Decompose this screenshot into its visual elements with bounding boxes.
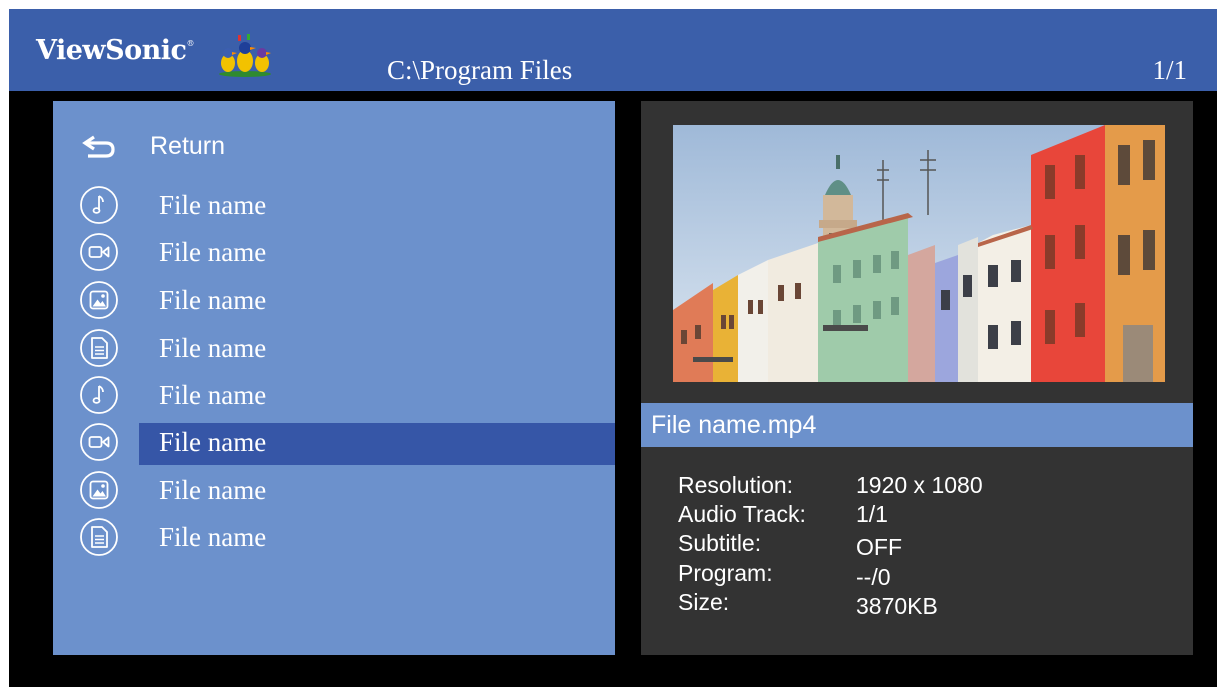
file-title-bar: File name.mp4 (641, 403, 1193, 447)
preview-thumbnail (673, 125, 1165, 382)
document-icon (80, 518, 118, 556)
image-icon (80, 471, 118, 509)
media-browser-screen: ViewSonic® C:\Program Files 1/1 Return F… (9, 9, 1217, 687)
file-list-panel: Return File name File name File name Fil… (53, 101, 615, 655)
file-name-label: File name (159, 333, 267, 363)
program-label: Program: (678, 560, 773, 586)
audio-track-label: Audio Track: (678, 501, 806, 527)
header-bar: ViewSonic® C:\Program Files 1/1 (9, 9, 1217, 91)
video-icon (80, 423, 118, 461)
program-value: --/0 (856, 564, 891, 590)
file-title: File name.mp4 (651, 411, 817, 439)
list-item[interactable]: File name (53, 468, 615, 512)
page-indicator: 1/1 (1152, 55, 1187, 85)
document-icon (80, 329, 118, 367)
resolution-value: 1920 x 1080 (856, 472, 983, 498)
resolution-label: Resolution: (678, 472, 794, 498)
return-button[interactable]: Return (53, 126, 615, 166)
brand-mark: ® (186, 39, 195, 48)
size-label: Size: (678, 589, 730, 615)
list-item[interactable]: File name (53, 183, 615, 227)
music-icon (80, 186, 118, 224)
subtitle-value: OFF (856, 534, 902, 560)
file-name-label: File name (159, 522, 267, 552)
birds-logo-icon (219, 34, 271, 77)
return-label: Return (150, 132, 226, 160)
file-name-label: File name (159, 237, 267, 267)
list-item[interactable]: File name (53, 230, 615, 274)
file-name-label: File name (159, 285, 267, 315)
brand-logo: ViewSonic® (36, 35, 194, 66)
brand-name: ViewSonic (36, 35, 187, 66)
list-item[interactable]: File name (53, 278, 615, 322)
image-icon (80, 281, 118, 319)
music-icon (80, 376, 118, 414)
file-name-label: File name (159, 427, 267, 457)
list-item-selected[interactable]: File name (53, 420, 615, 465)
return-arrow-icon (82, 135, 115, 158)
size-value: 3870KB (856, 593, 938, 619)
list-item[interactable]: File name (53, 515, 615, 559)
file-name-label: File name (159, 380, 267, 410)
list-item[interactable]: File name (53, 373, 615, 417)
current-path: C:\Program Files (387, 55, 573, 85)
audio-track-value: 1/1 (856, 501, 888, 527)
file-name-label: File name (159, 475, 267, 505)
subtitle-label: Subtitle: (678, 530, 762, 556)
list-item[interactable]: File name (53, 326, 615, 370)
file-name-label: File name (159, 190, 267, 220)
file-info-panel: File name.mp4 Resolution: 1920 x 1080 Au… (641, 101, 1193, 655)
video-icon (80, 233, 118, 271)
